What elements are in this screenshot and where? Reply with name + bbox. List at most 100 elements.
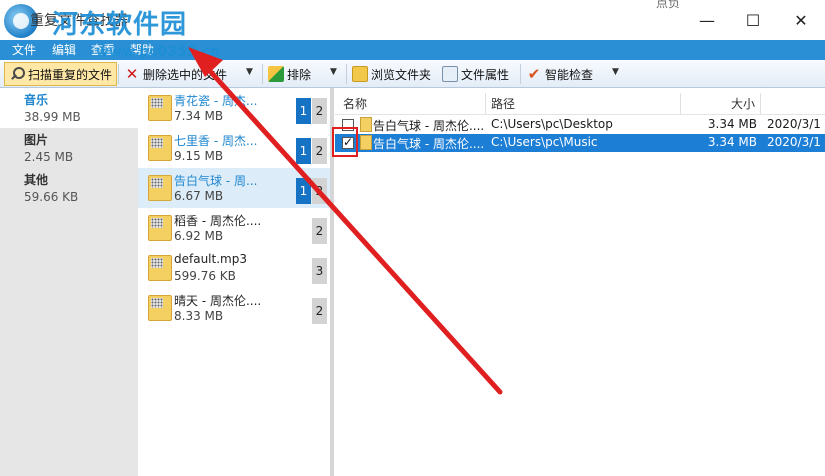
music-file-icon	[148, 95, 172, 121]
category-name: 其他	[24, 173, 49, 187]
exclude-button[interactable]: 排除	[264, 62, 315, 86]
folder-icon	[352, 66, 368, 82]
scan-duplicates-button[interactable]: 扫描重复的文件	[4, 62, 118, 86]
delete-dropdown-arrow-icon[interactable]: ▼	[246, 67, 253, 77]
music-file-icon	[148, 135, 172, 161]
category-images[interactable]: 图片 2.45 MB	[0, 128, 138, 168]
category-size: 38.99 MB	[24, 110, 81, 124]
selected-count-badge: 1	[296, 138, 311, 164]
group-item[interactable]: default.mp3 599.76 KB 3	[138, 248, 330, 288]
category-name: 图片	[24, 133, 49, 147]
title-user-label: 点负	[656, 0, 681, 10]
delete-x-icon: ✕	[125, 65, 139, 83]
toolbar-divider	[346, 64, 347, 84]
table-row-selected[interactable]: 告白气球 - 周杰伦.... C:\Users\pc\Music 3.34 MB…	[335, 134, 825, 152]
scan-duplicates-label: 扫描重复的文件	[28, 67, 113, 82]
column-divider[interactable]	[680, 93, 681, 115]
minimize-button[interactable]: —	[684, 6, 730, 34]
music-file-icon	[148, 175, 172, 201]
title-bar: 重复文件查找器 河东软件园 点负 — ☐ ✕	[0, 0, 825, 40]
group-name: 晴天 - 周杰伦....	[174, 294, 262, 308]
duplicate-count-badge: 2	[312, 178, 327, 204]
column-divider[interactable]	[760, 93, 761, 115]
column-divider[interactable]	[485, 93, 486, 115]
cell-date: 2020/3/1	[767, 117, 821, 131]
delete-selected-label: 删除选中的文件	[143, 67, 228, 82]
properties-icon	[442, 66, 458, 82]
group-name: default.mp3	[174, 252, 247, 266]
close-button[interactable]: ✕	[778, 6, 824, 34]
group-size: 9.15 MB	[174, 149, 224, 163]
menu-edit[interactable]: 编辑	[52, 41, 76, 58]
music-file-icon	[148, 255, 172, 281]
group-size: 7.34 MB	[174, 109, 224, 123]
group-size: 6.92 MB	[174, 229, 224, 243]
group-item[interactable]: 晴天 - 周杰伦.... 8.33 MB 2	[138, 288, 330, 328]
group-size: 6.67 MB	[174, 189, 224, 203]
column-name[interactable]: 名称	[343, 95, 367, 112]
group-item[interactable]: 稻香 - 周杰伦.... 6.92 MB 2	[138, 208, 330, 248]
group-name: 稻香 - 周杰伦....	[174, 214, 262, 228]
selected-count-badge: 1	[296, 178, 311, 204]
toolbar-divider	[118, 64, 119, 84]
checkmark-icon: ✔	[527, 65, 541, 83]
toolbar: 扫描重复的文件 ✕ 删除选中的文件 ▼ 排除 ▼ 浏览文件夹 文件属性 ✔ 智能…	[0, 60, 825, 88]
selected-count-badge: 1	[296, 98, 311, 124]
category-size: 59.66 KB	[24, 190, 79, 204]
search-icon	[9, 66, 25, 82]
cell-size: 3.34 MB	[707, 135, 757, 149]
cell-size: 3.34 MB	[707, 117, 757, 131]
file-properties-button[interactable]: 文件属性	[438, 62, 513, 86]
toolbar-divider	[520, 64, 521, 84]
annotation-highlight-box	[332, 127, 358, 157]
duplicate-count-badge: 2	[312, 298, 327, 324]
cell-name: 告白气球 - 周杰伦....	[373, 137, 485, 151]
group-name: 青花瓷 - 周杰...	[174, 94, 258, 108]
group-name: 七里香 - 周杰...	[174, 134, 258, 148]
smart-check-label: 智能检查	[545, 67, 594, 82]
music-file-icon	[360, 117, 372, 132]
exclude-dropdown-arrow-icon[interactable]: ▼	[330, 67, 337, 77]
category-panel: 音乐 38.99 MB 图片 2.45 MB 其他 59.66 KB	[0, 88, 138, 476]
group-item[interactable]: 青花瓷 - 周杰... 7.34 MB 1 2	[138, 88, 330, 128]
watermark: 河东软件园	[52, 10, 188, 40]
music-file-icon	[360, 135, 372, 150]
duplicate-count-badge: 2	[312, 98, 327, 124]
category-size: 2.45 MB	[24, 150, 74, 164]
group-item-selected[interactable]: 告白气球 - 周... 6.67 MB 1 2	[138, 168, 330, 208]
duplicate-group-list: 青花瓷 - 周杰... 7.34 MB 1 2 七里香 - 周杰... 9.15…	[138, 88, 330, 476]
delete-selected-button[interactable]: ✕ 删除选中的文件	[120, 62, 231, 86]
smart-check-button[interactable]: ✔ 智能检查	[522, 62, 597, 86]
duplicate-count-badge: 2	[312, 138, 327, 164]
exclude-icon	[268, 66, 284, 82]
cell-date: 2020/3/1	[767, 135, 821, 149]
smart-check-dropdown-arrow-icon[interactable]: ▼	[612, 67, 619, 77]
group-size: 599.76 KB	[174, 269, 236, 283]
music-file-icon	[148, 295, 172, 321]
browse-folder-label: 浏览文件夹	[371, 67, 432, 82]
music-file-icon	[148, 215, 172, 241]
group-item[interactable]: 七里香 - 周杰... 9.15 MB 1 2	[138, 128, 330, 168]
group-size: 8.33 MB	[174, 309, 224, 323]
duplicate-count-badge: 3	[312, 258, 327, 284]
cell-path: C:\Users\pc\Music	[491, 135, 598, 149]
category-music[interactable]: 音乐 38.99 MB	[0, 88, 138, 128]
category-name: 音乐	[24, 93, 49, 107]
duplicate-count-badge: 2	[312, 218, 327, 244]
group-name: 告白气球 - 周...	[174, 174, 258, 188]
column-path[interactable]: 路径	[491, 95, 515, 112]
menu-file[interactable]: 文件	[12, 41, 36, 58]
cell-name: 告白气球 - 周杰伦....	[373, 119, 485, 133]
browse-folder-button[interactable]: 浏览文件夹	[348, 62, 435, 86]
watermark-url: www.pc0359.cn	[96, 44, 221, 60]
cell-path: C:\Users\pc\Desktop	[491, 117, 613, 131]
toolbar-divider	[262, 64, 263, 84]
column-size[interactable]: 大小	[731, 95, 755, 112]
category-other[interactable]: 其他 59.66 KB	[0, 168, 138, 208]
maximize-button[interactable]: ☐	[730, 6, 776, 34]
file-properties-label: 文件属性	[461, 67, 510, 82]
file-list: 名称 路径 大小 告白气球 - 周杰伦.... C:\Users\pc\Desk…	[335, 88, 825, 476]
table-row[interactable]: 告白气球 - 周杰伦.... C:\Users\pc\Desktop 3.34 …	[335, 116, 825, 134]
exclude-label: 排除	[287, 67, 312, 82]
file-list-header: 名称 路径 大小	[335, 93, 825, 115]
